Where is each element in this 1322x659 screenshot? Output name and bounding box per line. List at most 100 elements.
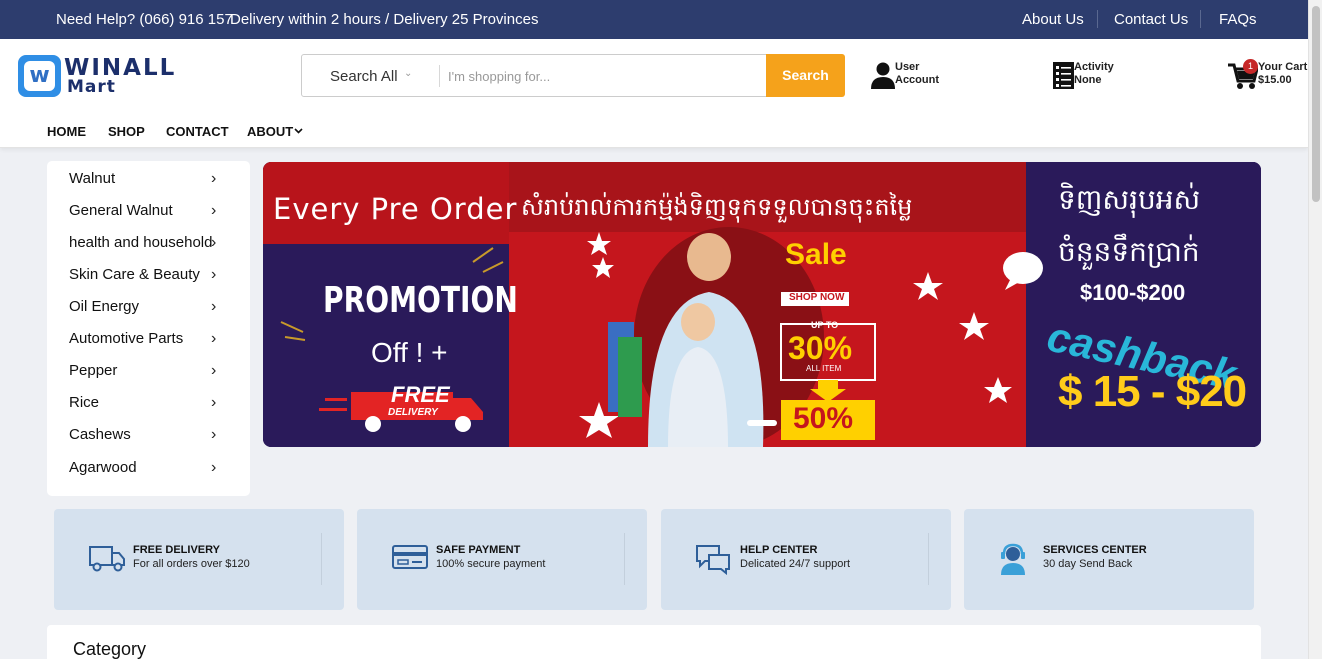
about-us-link[interactable]: About Us: [1022, 11, 1084, 28]
sidebar-item-label: Rice: [69, 394, 100, 411]
sidebar-item-label: Agarwood: [69, 459, 137, 476]
headset-icon: [1001, 543, 1025, 575]
search-category-select[interactable]: Search All: [330, 68, 398, 85]
sidebar-item-walnut[interactable]: Walnut ›: [69, 170, 229, 192]
sidebar-item-label: Oil Energy: [69, 298, 140, 315]
nav-about[interactable]: ABOUT: [247, 124, 293, 139]
banner-shop-now: SHOP NOW: [789, 292, 845, 303]
delivery-info: Delivery within 2 hours / Delivery 25 Pr…: [230, 11, 539, 28]
user-label: User: [895, 61, 920, 73]
chevron-right-icon: ›: [211, 170, 217, 187]
banner-percent-50: 50%: [793, 402, 854, 435]
search-input[interactable]: [448, 63, 758, 89]
sidebar-item-agarwood[interactable]: Agarwood ›: [69, 459, 229, 481]
divider: [439, 65, 440, 87]
banner-khmer-right-1: ទិញសរុបអស់: [1058, 184, 1201, 215]
promo-banner[interactable]: Every Pre Order សំរាប់រាល់ការកម្ម៉ង់ទិញទ…: [263, 162, 1261, 447]
chevron-down-icon: ⌄: [404, 68, 413, 79]
list-icon[interactable]: [1053, 62, 1074, 89]
banner-cashback-range: $ 15 - $20: [1058, 367, 1247, 416]
feature-title: FREE DELIVERY: [133, 544, 220, 556]
divider: [928, 533, 929, 585]
chevron-right-icon: ›: [211, 266, 217, 283]
account-label: Account: [895, 74, 939, 86]
cart-label: Your Cart: [1258, 61, 1308, 73]
divider: [1200, 10, 1201, 28]
sidebar-item-skin-care[interactable]: Skin Care & Beauty ›: [69, 266, 229, 288]
feature-help-center: HELP CENTER Delicated 24/7 support: [661, 509, 951, 610]
feature-title: HELP CENTER: [740, 544, 818, 556]
banner-up-to: UP TO: [811, 320, 839, 330]
sidebar-item-label: health and household: [69, 234, 213, 251]
nav-home[interactable]: HOME: [47, 124, 86, 139]
logo-letter: w: [24, 61, 55, 91]
section-title: Category: [73, 639, 147, 659]
nav-shop[interactable]: SHOP: [108, 124, 145, 139]
cart-link[interactable]: Your Cart $15.00: [1258, 61, 1307, 87]
chevron-right-icon: ›: [211, 234, 217, 251]
sidebar-item-health-household[interactable]: health and household ›: [69, 234, 229, 256]
contact-us-link[interactable]: Contact Us: [1114, 11, 1188, 28]
chevron-right-icon: ›: [211, 394, 217, 411]
chevron-down-icon[interactable]: [294, 128, 303, 134]
site-header: w WINALL Mart Search All ⌄ Search User A…: [0, 39, 1308, 148]
chat-icon: [696, 545, 730, 575]
feature-title: SERVICES CENTER: [1043, 544, 1147, 556]
card-icon: [392, 545, 428, 569]
activity-link[interactable]: Activity None: [1074, 61, 1114, 87]
feature-free-delivery: FREE DELIVERY For all orders over $120: [54, 509, 344, 610]
cart-count-badge: 1: [1243, 59, 1258, 74]
help-phone: Need Help? (066) 916 157: [56, 11, 233, 28]
banner-all-item: ALL ITEM: [806, 364, 842, 373]
page-scrollbar[interactable]: [1308, 0, 1322, 659]
feature-subtitle: 100% secure payment: [436, 558, 546, 570]
banner-range: $100-$200: [1080, 280, 1186, 305]
sidebar-item-label: Walnut: [69, 170, 116, 187]
activity-label: Activity: [1074, 61, 1114, 73]
sidebar-item-pepper[interactable]: Pepper ›: [69, 362, 229, 384]
faqs-link[interactable]: FAQs: [1219, 11, 1257, 28]
banner-percent-30: 30%: [788, 330, 853, 366]
feature-subtitle: Delicated 24/7 support: [740, 558, 851, 570]
sidebar-item-label: Automotive Parts: [69, 330, 184, 347]
banner-khmer-right-2: ចំនួនទឹកប្រាក់: [1058, 236, 1200, 267]
sidebar-item-label: Pepper: [69, 362, 118, 379]
feature-services-center: SERVICES CENTER 30 day Send Back: [964, 509, 1254, 610]
activity-value: None: [1074, 74, 1102, 86]
chevron-right-icon: ›: [211, 202, 217, 219]
divider: [321, 533, 322, 585]
chevron-right-icon: ›: [211, 330, 217, 347]
sidebar-item-oil-energy[interactable]: Oil Energy ›: [69, 298, 229, 320]
sidebar-item-general-walnut[interactable]: General Walnut ›: [69, 202, 229, 224]
search-button[interactable]: Search: [766, 54, 845, 97]
feature-title: SAFE PAYMENT: [436, 544, 521, 556]
sidebar-item-automotive[interactable]: Automotive Parts ›: [69, 330, 229, 352]
user-icon[interactable]: [871, 62, 895, 89]
banner-off: Off ! +: [371, 337, 448, 368]
nav-contact[interactable]: CONTACT: [166, 124, 229, 139]
sidebar-item-label: General Walnut: [69, 202, 173, 219]
banner-free-sub: DELIVERY: [388, 407, 438, 418]
chevron-right-icon: ›: [211, 298, 217, 315]
sidebar-item-rice[interactable]: Rice ›: [69, 394, 229, 416]
divider: [1097, 10, 1098, 28]
sidebar-item-label: Cashews: [69, 426, 131, 443]
sidebar-item-cashews[interactable]: Cashews ›: [69, 426, 229, 448]
banner-headline: Every Pre Order: [273, 192, 518, 226]
banner-promotion: PROMOTION: [323, 280, 518, 321]
truck-icon: [89, 546, 125, 572]
scrollbar-thumb[interactable]: [1312, 6, 1320, 202]
banner-free: FREE: [391, 382, 450, 407]
category-section: Category: [47, 625, 1261, 659]
logo-sub[interactable]: Mart: [67, 77, 116, 97]
banner-khmer-top: សំរាប់រាល់ការកម្ម៉ង់ទិញទុកទទួលបានចុះតម្ល…: [521, 194, 913, 221]
chevron-right-icon: ›: [211, 426, 217, 443]
logo-mark[interactable]: w: [18, 55, 61, 97]
cart-total: $15.00: [1258, 74, 1292, 86]
feature-subtitle: 30 day Send Back: [1043, 558, 1133, 570]
sidebar-item-label: Skin Care & Beauty: [69, 266, 200, 283]
user-account-link[interactable]: User Account: [895, 61, 939, 87]
chevron-right-icon: ›: [211, 362, 217, 379]
banner-sale: Sale: [785, 238, 847, 271]
chevron-right-icon: ›: [211, 459, 217, 476]
